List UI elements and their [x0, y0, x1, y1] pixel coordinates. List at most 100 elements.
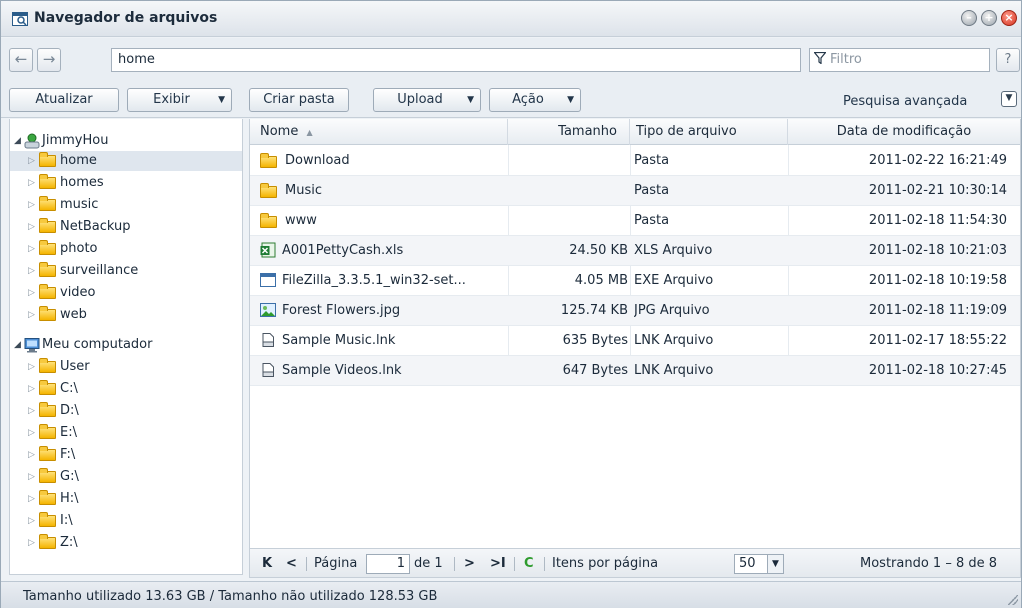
minimize-button[interactable]: –: [961, 10, 977, 26]
collapsed-triangle-icon: ▷: [28, 516, 35, 526]
column-header-date[interactable]: Data de modificação: [788, 119, 1020, 145]
file-row-music[interactable]: Music Pasta 2011-02-21 10:30:14: [250, 176, 1020, 206]
tree-item-video[interactable]: ▷ video: [10, 283, 242, 303]
tree-item-home[interactable]: ▷ home: [10, 151, 242, 171]
file-size: 125.74 KB: [560, 303, 628, 318]
path-input[interactable]: home: [111, 48, 801, 72]
resize-grip-icon[interactable]: [1008, 595, 1018, 605]
pager-separator: [544, 557, 545, 571]
filter-placeholder: Filtro: [830, 52, 862, 67]
file-type: LNK Arquivo: [634, 363, 714, 378]
file-row-download[interactable]: Download Pasta 2011-02-22 16:21:49: [250, 146, 1020, 176]
tree-label: D:\: [60, 403, 79, 418]
maximize-button[interactable]: +: [981, 10, 997, 26]
items-per-page-select[interactable]: 50 ▼: [734, 554, 784, 574]
tree-item-drive-g[interactable]: ▷ G:\: [10, 467, 242, 487]
tree-root-jimmyhou[interactable]: ◢ JimmyHou: [10, 131, 242, 151]
collapsed-triangle-icon: ▷: [28, 450, 35, 460]
column-header-label: Nome: [260, 124, 299, 139]
view-menu-button[interactable]: Exibir ▼: [127, 88, 232, 112]
file-row-music-lnk[interactable]: Sample Music.lnk 635 Bytes LNK Arquivo 2…: [250, 326, 1020, 356]
file-date: 2011-02-18 10:21:03: [868, 243, 1007, 258]
folder-icon: [39, 218, 56, 233]
tree-item-drive-z[interactable]: ▷ Z:\: [10, 533, 242, 553]
previous-page-button[interactable]: <: [286, 549, 297, 579]
file-row-xls[interactable]: A001PettyCash.xls 24.50 KB XLS Arquivo 2…: [250, 236, 1020, 266]
image-file-icon: [260, 302, 276, 317]
next-page-button[interactable]: >: [464, 549, 475, 579]
tree-item-music[interactable]: ▷ music: [10, 195, 242, 215]
file-name: Download: [285, 153, 350, 168]
file-name: www: [285, 213, 317, 228]
tree-item-netbackup[interactable]: ▷ NetBackup: [10, 217, 242, 237]
tree-label: G:\: [60, 469, 79, 484]
collapsed-triangle-icon: ▷: [28, 244, 35, 254]
collapsed-triangle-icon: ▷: [28, 156, 35, 166]
column-header-type[interactable]: Tipo de arquivo: [630, 119, 788, 145]
tree-label: homes: [60, 175, 104, 190]
status-bar: Tamanho utilizado 13.63 GB / Tamanho não…: [1, 581, 1021, 608]
file-row-exe[interactable]: FileZilla_3.3.5.1_win32-set... 4.05 MB E…: [250, 266, 1020, 296]
tree-item-drive-c[interactable]: ▷ C:\: [10, 379, 242, 399]
exe-file-icon: [260, 272, 276, 287]
tree-item-photo[interactable]: ▷ photo: [10, 239, 242, 259]
file-list-header: Nome ▲ Tamanho Tipo de arquivo Data de m…: [250, 119, 1020, 145]
tree-item-drive-h[interactable]: ▷ H:\: [10, 489, 242, 509]
view-button-label: Exibir: [153, 92, 190, 107]
back-button[interactable]: ←: [9, 48, 33, 72]
tree-label: web: [60, 307, 87, 322]
help-button[interactable]: ?: [996, 48, 1020, 72]
file-type: XLS Arquivo: [634, 243, 713, 258]
page-number-input[interactable]: 1: [366, 554, 410, 574]
network-user-icon: [24, 133, 40, 149]
folder-icon: [39, 152, 56, 167]
action-menu-button[interactable]: Ação ▼: [489, 88, 581, 112]
file-name: A001PettyCash.xls: [282, 243, 404, 258]
file-type: EXE Arquivo: [634, 273, 714, 288]
expanded-triangle-icon: ◢: [14, 340, 21, 350]
first-page-button[interactable]: K: [262, 549, 272, 579]
file-size: 647 Bytes: [562, 363, 628, 378]
column-header-label: Tipo de arquivo: [636, 124, 737, 139]
tree-item-homes[interactable]: ▷ homes: [10, 173, 242, 193]
column-header-name[interactable]: Nome ▲: [250, 119, 508, 145]
computer-icon: [24, 338, 40, 353]
advanced-search-link[interactable]: Pesquisa avançada: [843, 94, 967, 109]
tree-item-drive-e[interactable]: ▷ E:\: [10, 423, 242, 443]
refresh-button[interactable]: Atualizar: [9, 88, 119, 112]
column-header-size[interactable]: Tamanho: [508, 119, 630, 145]
arrow-right-icon: →: [42, 50, 56, 68]
tree-label: Meu computador: [42, 337, 153, 352]
close-button[interactable]: ×: [1001, 10, 1017, 26]
tree-item-drive-d[interactable]: ▷ D:\: [10, 401, 242, 421]
collapsed-triangle-icon: ▷: [28, 266, 35, 276]
refresh-list-button[interactable]: C: [524, 549, 534, 579]
dropdown-arrow-icon: ▼: [218, 95, 225, 105]
tree-root-my-computer[interactable]: ◢ Meu computador: [10, 335, 242, 355]
folder-icon: [39, 424, 56, 439]
file-type: JPG Arquivo: [634, 303, 710, 318]
dropdown-arrow-icon: ▼: [467, 95, 474, 105]
storage-usage-text: Tamanho utilizado 13.63 GB / Tamanho não…: [23, 589, 438, 604]
collapsed-triangle-icon: ▷: [28, 222, 35, 232]
file-name: Sample Videos.lnk: [282, 363, 402, 378]
file-row-videos-lnk[interactable]: Sample Videos.lnk 647 Bytes LNK Arquivo …: [250, 356, 1020, 386]
folder-icon: [39, 490, 56, 505]
filter-input[interactable]: Filtro: [809, 48, 990, 72]
collapsed-triangle-icon: ▷: [28, 310, 35, 320]
upload-menu-button[interactable]: Upload ▼: [373, 88, 481, 112]
advanced-search-toggle[interactable]: ▼: [1001, 91, 1017, 107]
last-page-button[interactable]: >I: [490, 549, 506, 579]
file-size: [508, 146, 628, 175]
file-browser-icon: [12, 12, 28, 26]
tree-item-user[interactable]: ▷ User: [10, 357, 242, 377]
file-row-www[interactable]: www Pasta 2011-02-18 11:54:30: [250, 206, 1020, 236]
forward-button[interactable]: →: [37, 48, 61, 72]
new-folder-button[interactable]: Criar pasta: [249, 88, 349, 112]
file-row-jpg[interactable]: Forest Flowers.jpg 125.74 KB JPG Arquivo…: [250, 296, 1020, 326]
tree-label: photo: [60, 241, 98, 256]
tree-item-web[interactable]: ▷ web: [10, 305, 242, 325]
tree-item-surveillance[interactable]: ▷ surveillance: [10, 261, 242, 281]
tree-item-drive-f[interactable]: ▷ F:\: [10, 445, 242, 465]
tree-item-drive-i[interactable]: ▷ I:\: [10, 511, 242, 531]
